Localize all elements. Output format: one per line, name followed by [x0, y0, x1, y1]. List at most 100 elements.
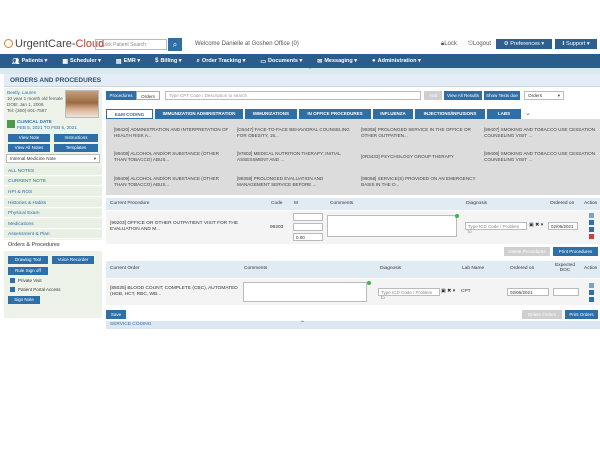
grid-cell[interactable]: [99420] ADMINISTRATION AND INTERPRETATIO… [114, 127, 230, 139]
order-diagnosis-input[interactable]: Type ICD Code / Problem to [378, 288, 440, 300]
grid-cell[interactable]: [99406] SMOKING AND TOBACCO USE CESSATIO… [484, 151, 600, 163]
person-icon: ● [372, 58, 376, 64]
chevron-up-icon[interactable]: ⌃ [308, 67, 312, 73]
save-button[interactable]: Save [106, 310, 126, 319]
chevron-up-icon[interactable]: ⌃ [300, 320, 305, 327]
clinical-date-range[interactable]: FEB 5, 2021 TO FEB 5, 2021 [17, 125, 77, 130]
units-input[interactable]: 0.00 [293, 233, 323, 241]
grid-cell[interactable]: [0R3433] PSYCHOLOGY GROUP THERAPY [361, 154, 477, 160]
left-item-orders-procedures[interactable]: Orders & Procedures [4, 240, 102, 251]
category-injections[interactable]: INJECTIONS/INFUSIONS [415, 109, 485, 119]
print-procedures-button[interactable]: Print Procedures [553, 247, 598, 256]
left-item-physical-exam[interactable]: Physical Exam [4, 209, 102, 218]
patient-portal-checkbox[interactable] [10, 287, 15, 292]
procedure-comments-textarea[interactable] [327, 215, 457, 237]
grid-cell[interactable]: [99409] ALCOHOL AND/OR SUBSTANCE (OTHER … [114, 176, 230, 188]
tab-procedures[interactable]: Procedures [106, 91, 136, 100]
voice-recorder-button[interactable]: Voice Recorder [52, 256, 94, 264]
grid-cell[interactable]: [99058] SERVICE(S) PROVIDED ON AN EMERGE… [361, 176, 477, 188]
procedure-ordered-on-input[interactable]: 02/05/2021 [548, 222, 578, 230]
grid-cell[interactable]: [99407] SMOKING AND TOBACCO USE CESSATIO… [484, 127, 600, 139]
diagnosis-actions-icon[interactable]: ▣ ✖ ▾ [441, 288, 455, 294]
left-item-assessment[interactable]: Assessment & Plan [4, 230, 102, 239]
patient-portal-label: Patient Portal Access [18, 287, 61, 292]
category-influenza[interactable]: INFLUENZA [373, 109, 413, 119]
order-ordered-on-input[interactable]: 02/05/2021 [507, 288, 549, 296]
view-all-notes-button[interactable]: View All Notes [8, 144, 50, 152]
search-button[interactable]: ⌕ [168, 38, 182, 51]
show-tests-due-button[interactable]: Show Tests due [484, 91, 520, 100]
category-em-coding[interactable]: E&M CODING [106, 109, 153, 119]
procedure-diagnosis-input[interactable]: Type ICD Code / Problem to [465, 222, 527, 234]
procedure-code: 99203 [270, 225, 284, 230]
nav-billing[interactable]: $ Billing ▾ [155, 58, 181, 64]
cpt-search-input[interactable]: Type CPT Code / Description to search [165, 91, 421, 100]
col-action: Action [584, 201, 598, 206]
drawing-tool-button[interactable]: Drawing Tool [8, 256, 48, 264]
edit-icon[interactable] [589, 227, 594, 232]
category-in-office-procedures[interactable]: IN OFFICE PROCEDURES [299, 109, 371, 119]
service-coding-section[interactable]: SERVICE CODING [106, 321, 600, 329]
order-comments-textarea[interactable] [243, 282, 367, 302]
grid-cell[interactable]: [99408] ALCOHOL AND/OR SUBSTANCE (OTHER … [114, 151, 230, 163]
preferences-button[interactable]: ⚙ Preferences ▾ [496, 39, 552, 49]
quick-patient-search-input[interactable]: Quick Patient Search [95, 39, 167, 50]
category-immunization-admin[interactable]: IMMUNIZATION ADMINISTRATION [155, 109, 243, 119]
edit-icon[interactable] [589, 297, 594, 302]
orders-select[interactable]: Orders ▾ [524, 91, 564, 100]
col-code: Code [271, 201, 283, 206]
lock-link[interactable]: 🔒︎Lock [441, 41, 457, 48]
sign-note-button[interactable]: Sign Note [8, 296, 40, 304]
nav-emr[interactable]: ▤ EMR ▾ [116, 58, 140, 65]
document-icon: ▤ [115, 58, 122, 65]
delete-procedures-button[interactable]: Delete Procedures [504, 247, 550, 256]
grid-cell[interactable]: [99355] PROLONGED SERVICE IN THE OFFICE … [361, 127, 477, 139]
dollar-icon: $ [155, 58, 159, 64]
left-item-medications[interactable]: Medications [4, 220, 102, 229]
logout-link[interactable]: ⎋Logout [468, 41, 491, 48]
rule-sign-off-button[interactable]: Rule Sign off [8, 267, 48, 275]
chevron-down-icon[interactable]: ⌄ [525, 109, 531, 117]
left-item-all-notes[interactable]: ALL NOTES [4, 167, 102, 176]
print-icon[interactable] [589, 283, 594, 288]
modifier-input-1[interactable] [293, 213, 323, 221]
category-labs[interactable]: LABS [487, 109, 521, 119]
instructions-button[interactable]: Instructions [54, 134, 98, 142]
left-item-hpi-ros[interactable]: HPI & ROS [4, 188, 102, 197]
nav-administration[interactable]: ● Administration ▾ [372, 58, 421, 64]
support-button[interactable]: ℹ Support ▾ [555, 39, 597, 49]
patient-tel: Tel: (360) 601-7587 [7, 108, 47, 113]
category-immunizations[interactable]: IMMUNIZATIONS [245, 109, 297, 119]
grid-cell[interactable]: [99358] PROLONGED EVALUATION AND MANAGEM… [237, 176, 353, 188]
search-icon: ⌕ [172, 40, 178, 49]
status-dot-icon [367, 281, 371, 285]
print-icon[interactable] [589, 213, 594, 218]
alert-icon[interactable] [589, 234, 594, 239]
view-all-results-button[interactable]: View All Results [444, 91, 482, 100]
nav-documents[interactable]: ▭ Documents ▾ [260, 58, 302, 65]
tab-orders[interactable]: Orders [136, 91, 160, 100]
left-item-current-note[interactable]: CURRENT NOTE [4, 177, 102, 186]
add-button[interactable]: Add [424, 91, 442, 100]
nav-order-tracking[interactable]: ⌕ Order Tracking ▾ [197, 58, 246, 65]
nav-messaging[interactable]: ✉ Messaging ▾ [317, 58, 357, 65]
diagnosis-actions-icon[interactable]: ▣ ✖ ▾ [529, 222, 543, 228]
modifier-input-2[interactable] [293, 223, 323, 231]
view-note-button[interactable]: View Note [8, 134, 50, 142]
trash-icon[interactable] [589, 290, 594, 295]
left-item-histories[interactable]: Histories & Habits [4, 199, 102, 208]
note-type-select[interactable]: Internal Medicine Note ▾ [6, 154, 100, 163]
nav-patients[interactable]: 👥︎ Patients ▾ [12, 58, 47, 65]
grid-cell[interactable]: [97802] MEDICAL NUTRITION THERAPY; INITI… [237, 151, 353, 163]
delete-orders-button[interactable]: Delete Orders [522, 310, 562, 319]
templates-button[interactable]: Templates [54, 144, 98, 152]
expected-doc-input[interactable] [553, 288, 579, 296]
welcome-message: Welcome Danielle at Goshen Office (0) [195, 41, 299, 47]
col-ordered-on: Ordered on [550, 201, 575, 206]
search-icon: ⌕ [196, 57, 200, 64]
grid-cell[interactable]: [G8447] FACE-TO-FACE BEHAVIORAL COUNSELI… [237, 127, 353, 139]
print-orders-button[interactable]: Print Orders [565, 310, 598, 319]
nav-scheduler[interactable]: ▦ Scheduler ▾ [62, 58, 101, 65]
private-visit-checkbox[interactable] [10, 278, 15, 283]
trash-icon[interactable] [589, 220, 594, 225]
